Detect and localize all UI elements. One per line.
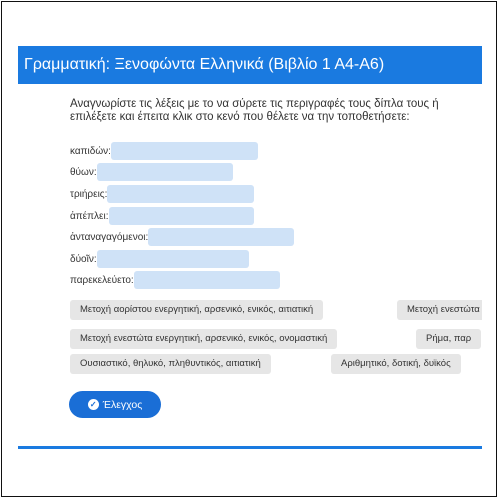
option-chip[interactable]: Μετοχή ενεστώτα [397,300,482,320]
word-row: τριήρεις: [70,185,255,203]
drop-zone[interactable] [108,207,254,225]
word-label: δύοῖν: [70,253,97,265]
drop-zone[interactable] [96,250,249,268]
check-button-label: Έλεγχος [102,398,143,411]
check-button[interactable]: ✓ Έλεγχος [69,391,161,418]
instructions-line-1: Αναγνωρίστε τις λέξεις με το να σύρετε τ… [70,98,439,110]
word-row: παρεκελεύετο: [70,271,280,289]
word-row: θύων: [70,163,233,181]
check-circle-icon: ✓ [87,399,99,410]
option-chip[interactable]: Μετοχή ενεστώτα ενεργητική, αρσενικό, εν… [70,329,338,349]
drop-zone[interactable] [96,163,233,181]
option-chip[interactable]: Ουσιαστικό, θηλυκό, πληθυντικός, αιτιατι… [70,354,271,374]
drop-zone[interactable] [133,271,280,289]
instructions: Αναγνωρίστε τις λέξεις με το να σύρετε τ… [70,98,482,124]
word-label: τριήρεις: [70,188,108,200]
word-row: ἀπέπλει: [70,207,254,225]
drop-zone[interactable] [148,228,295,246]
word-row: καπιδών: [70,142,258,160]
drop-zone[interactable] [107,185,255,203]
word-label: παρεκελεύετο: [70,274,134,286]
instructions-line-2: επιλέξετε και έπειτα κλικ στο κενό που θ… [70,111,410,123]
bottom-divider [18,446,482,449]
option-chip[interactable]: Μετοχή αορίστου ενεργητική, αρσενικό, εν… [70,300,324,320]
drop-zone[interactable] [110,142,258,160]
option-chip[interactable]: Ρήμα, παρ [416,329,482,349]
page-title: Γραμματική: Ξενοφώντα Ελληνικά (Βιβλίο 1… [18,46,482,84]
word-row: δύοῖν: [70,250,249,268]
word-row: ἀνταναγαγόμενοι: [70,228,295,246]
word-label: θύων: [70,166,97,178]
word-label: ἀνταναγαγόμενοι: [70,231,149,243]
options-pool: Μετοχή αορίστου ενεργητική, αρσενικό, εν… [70,300,482,380]
word-label: καπιδών: [70,145,111,157]
option-chip[interactable]: Αριθμητικό, δοτική, δυϊκός [331,354,461,374]
word-label: ἀπέπλει: [70,210,109,222]
